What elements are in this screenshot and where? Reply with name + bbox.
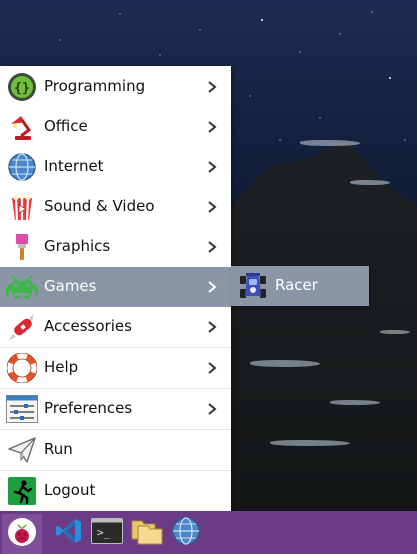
chevron-right-icon — [203, 318, 221, 336]
chevron-right-icon — [203, 118, 221, 136]
svg-text:{}: {} — [14, 81, 30, 96]
submenu-item-label: Racer — [275, 276, 318, 294]
terminal-icon: >_ — [91, 518, 123, 548]
menu-item-label: Accessories — [44, 317, 132, 335]
folder-icon — [131, 517, 163, 549]
chevron-right-icon — [203, 359, 221, 377]
raspberry-pi-icon — [7, 517, 37, 551]
menu-item-label: Programming — [44, 77, 146, 95]
vscode-button[interactable] — [52, 516, 86, 550]
menu-item-preferences[interactable]: Preferences — [0, 388, 231, 429]
menu-item-logout[interactable]: Logout — [0, 470, 231, 511]
race-car-icon — [237, 270, 269, 302]
chevron-right-icon — [203, 158, 221, 176]
paper-plane-icon — [6, 434, 38, 466]
menu-item-internet[interactable]: Internet — [0, 147, 231, 187]
web-browser-button[interactable] — [169, 516, 203, 550]
menu-item-sound-video[interactable]: Sound & Video — [0, 187, 231, 227]
applications-menu-button[interactable] — [2, 514, 42, 554]
applications-menu: {} Programming Office Internet Sound & V… — [0, 66, 231, 511]
menu-item-help[interactable]: Help — [0, 347, 231, 388]
games-submenu: Racer — [231, 266, 369, 306]
chevron-right-icon — [203, 400, 221, 418]
menu-item-label: Sound & Video — [44, 197, 155, 215]
svg-text:>_: >_ — [97, 526, 111, 539]
globe-icon — [6, 151, 38, 183]
chevron-right-icon — [203, 198, 221, 216]
menu-item-label: Internet — [44, 157, 104, 175]
vscode-icon — [55, 517, 83, 549]
menu-item-programming[interactable]: {} Programming — [0, 67, 231, 107]
menu-item-run[interactable]: Run — [0, 429, 231, 470]
swiss-knife-icon — [6, 311, 38, 343]
desk-lamp-icon — [6, 111, 38, 143]
submenu-item-racer[interactable]: Racer — [231, 266, 369, 306]
menu-item-label: Run — [44, 440, 73, 458]
chevron-right-icon — [203, 78, 221, 96]
terminal-button[interactable]: >_ — [90, 516, 124, 550]
exit-person-icon — [6, 475, 38, 507]
menu-item-label: Office — [44, 117, 88, 135]
paintbrush-icon — [6, 231, 38, 263]
space-invader-icon — [6, 271, 38, 303]
sliders-icon — [6, 393, 38, 425]
chevron-right-icon — [203, 278, 221, 296]
chevron-right-icon — [203, 238, 221, 256]
menu-item-label: Graphics — [44, 237, 111, 255]
menu-item-games[interactable]: Games — [0, 267, 231, 307]
menu-item-label: Help — [44, 358, 79, 376]
menu-item-graphics[interactable]: Graphics — [0, 227, 231, 267]
menu-item-label: Games — [44, 277, 97, 295]
taskbar: >_ — [0, 511, 417, 554]
lifebuoy-icon — [6, 352, 38, 384]
menu-item-accessories[interactable]: Accessories — [0, 307, 231, 347]
globe-browser-icon — [171, 516, 201, 550]
file-manager-button[interactable] — [130, 516, 164, 550]
popcorn-icon — [6, 191, 38, 223]
code-braces-icon: {} — [6, 71, 38, 103]
menu-item-label: Logout — [44, 481, 96, 499]
menu-item-label: Preferences — [44, 399, 133, 417]
menu-item-office[interactable]: Office — [0, 107, 231, 147]
mountain-silhouette — [231, 139, 417, 511]
